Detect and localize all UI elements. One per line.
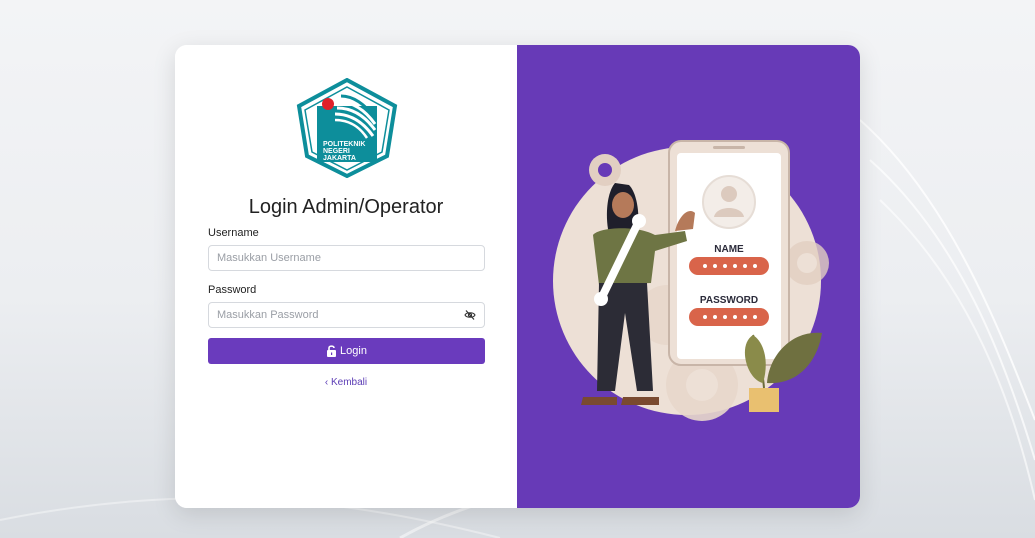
illustration-panel: NAME PASSWORD — [517, 45, 860, 508]
username-input[interactable] — [209, 246, 447, 270]
svg-text:POLITEKNIK: POLITEKNIK — [323, 141, 365, 148]
username-label: Username — [208, 227, 259, 239]
login-card: POLITEKNIK NEGERI JAKARTA Login Admin/Op… — [175, 45, 860, 508]
username-field-wrapper — [208, 245, 485, 271]
login-panel: POLITEKNIK NEGERI JAKARTA Login Admin/Op… — [175, 45, 517, 508]
login-button[interactable]: Login — [208, 338, 485, 364]
login-button-label: Login — [340, 345, 367, 357]
lock-open-icon — [327, 345, 337, 357]
eye-slash-icon[interactable] — [464, 309, 476, 321]
back-link-label: Kembali — [330, 377, 368, 388]
page-title: Login Admin/Operator — [248, 196, 444, 218]
gear-icon — [589, 154, 621, 186]
password-input[interactable] — [209, 303, 447, 327]
svg-text:NEGERI: NEGERI — [323, 148, 350, 155]
svg-text:PASSWORD: PASSWORD — [700, 295, 758, 306]
svg-text:NAME: NAME — [714, 244, 744, 255]
back-link[interactable]: ‹ Kembali — [175, 377, 517, 388]
svg-text:JAKARTA: JAKARTA — [323, 155, 356, 162]
password-label: Password — [208, 284, 257, 296]
politeknik-negeri-jakarta-logo: POLITEKNIK NEGERI JAKARTA — [296, 78, 398, 178]
login-illustration: NAME PASSWORD — [553, 140, 829, 421]
password-field-wrapper — [208, 302, 485, 328]
